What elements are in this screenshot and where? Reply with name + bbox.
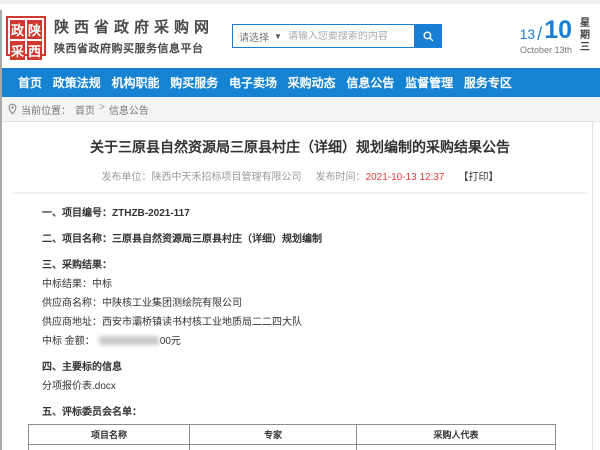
table-header: 项目名称: [29, 425, 190, 445]
weekday-vertical: 星 期 三: [580, 18, 590, 54]
site-logo: 政 陕 采 西: [6, 16, 46, 56]
site-subtitle: 陕西省政府购买服务信息平台: [54, 40, 214, 56]
line-value: 00元: [160, 336, 181, 347]
chevron-down-icon: ▼: [274, 32, 282, 41]
breadcrumb: 当前位置： 首页 > 信息公告: [0, 97, 600, 122]
table-header: 采购人代表: [357, 425, 556, 445]
logo-char: 政: [10, 20, 25, 39]
redacted-amount: [99, 336, 159, 345]
nav: 首页政策法规机构职能购买服务电子卖场采购动态信息公告监督管理服务专区: [0, 68, 600, 97]
article-line: 一、项目编号：ZTHZB-2021-117: [28, 208, 572, 220]
line-label: 二、项目名称：: [42, 234, 112, 245]
line-value: 中陕核工业集团测绘院有限公司: [102, 298, 242, 309]
site-name: 陕西省政府采购网: [54, 16, 214, 37]
table-cell: 三原县自然资源局三原县村庄（详细）规划编制: [29, 445, 190, 450]
meta-divider: [12, 192, 588, 194]
table-header: 专家: [190, 425, 357, 445]
nav-item-政策法规[interactable]: 政策法规: [53, 74, 101, 91]
breadcrumb-trail: 首页 > 信息公告: [75, 102, 149, 117]
site-title-block: 陕西省政府采购网 陕西省政府购买服务信息平台: [54, 16, 214, 56]
article-line: 五、评标委员会名单：: [28, 407, 572, 419]
date-numeric: 13 / 10: [520, 18, 572, 43]
article-line: 二、项目名称：三原县自然资源局三原县村庄（详细）规划编制: [28, 234, 572, 246]
line-value: 中标: [92, 279, 112, 290]
nav-item-监督管理[interactable]: 监督管理: [405, 74, 453, 91]
line-value: 西安市灞桥镇读书村核工业地质局二二四大队: [102, 317, 302, 328]
window-left-edge: [0, 10, 2, 450]
article-line: 三、采购结果：: [28, 260, 572, 272]
weekday-char: 期: [580, 30, 590, 42]
nav-item-电子卖场[interactable]: 电子卖场: [229, 74, 277, 91]
article-title: 关于三原县自然资源局三原县村庄（详细）规划编制的采购结果公告: [28, 137, 572, 157]
site-header: 政 陕 采 西 陕西省政府采购网 陕西省政府购买服务信息平台 请选择 ▼: [0, 4, 600, 68]
article-line: 分项报价表.docx: [28, 381, 572, 393]
logo-char: 西: [27, 41, 42, 60]
committee-table-body: 三原县自然资源局三原县村庄（详细）规划编制崔芳芳、杜晓丽、魏晓英、吴枫彩、余杨文…: [29, 445, 556, 450]
article-body: 一、项目编号：ZTHZB-2021-117 二、项目名称：三原县自然资源局三原县村…: [28, 208, 572, 419]
line-label: 供应商地址：: [42, 317, 102, 328]
table-row: 三原县自然资源局三原县村庄（详细）规划编制崔芳芳、杜晓丽、魏晓英、吴枫彩、余杨文…: [29, 445, 556, 450]
breadcrumb-item[interactable]: 信息公告: [109, 102, 149, 117]
publish-time-label: 发布时间：: [316, 172, 366, 183]
print-button[interactable]: 【打印】: [458, 172, 498, 183]
date-day: 13: [520, 27, 536, 43]
publisher-label: 发布单位：: [102, 172, 152, 183]
search-bar: 请选择 ▼: [232, 24, 442, 48]
search-button[interactable]: [414, 24, 442, 48]
nav-item-机构职能[interactable]: 机构职能: [111, 74, 159, 91]
line-label: 中标 金额：: [42, 336, 95, 347]
date-separator: /: [537, 25, 542, 43]
article-meta: 发布单位：陕西中天禾招标项目管理有限公司 发布时间：2021-10-13 12:3…: [28, 168, 572, 183]
committee-table: 项目名称专家采购人代表 三原县自然资源局三原县村庄（详细）规划编制崔芳芳、杜晓丽…: [28, 424, 556, 450]
nav-item-服务专区[interactable]: 服务专区: [464, 74, 512, 91]
article-line: 四、主要标的信息: [28, 362, 572, 374]
search-icon: [422, 30, 435, 43]
weekday-char: 星: [580, 18, 590, 30]
line-label: 供应商名称：: [42, 298, 102, 309]
publisher-value: 陕西中天禾招标项目管理有限公司: [152, 172, 302, 183]
line-value: ZTHZB-2021-117: [112, 208, 190, 219]
date-english: October 13th: [520, 45, 572, 55]
breadcrumb-separator: >: [99, 102, 105, 117]
page: 政 陕 采 西 陕西省政府采购网 陕西省政府购买服务信息平台 请选择 ▼: [0, 0, 600, 450]
line-value: 三原县自然资源局三原县村庄（详细）规划编制: [112, 234, 322, 245]
nav-item-购买服务[interactable]: 购买服务: [170, 74, 218, 91]
article-line: 供应商地址：西安市灞桥镇读书村核工业地质局二二四大队: [28, 317, 572, 329]
publish-time-value: 2021-10-13 12:37: [366, 172, 445, 183]
table-cell: 崔芳芳、杜晓丽、魏晓英、吴枫彩、余杨文: [190, 445, 357, 450]
nav-item-采购动态[interactable]: 采购动态: [288, 74, 336, 91]
breadcrumb-prefix: 当前位置：: [21, 102, 71, 117]
search-category-select[interactable]: 请选择 ▼: [233, 29, 288, 44]
search-input[interactable]: [288, 31, 414, 42]
weekday-char: 三: [580, 42, 590, 54]
date-month: 10: [544, 18, 572, 43]
search-category-label: 请选择: [239, 29, 269, 44]
line-label: 五、评标委员会名单：: [42, 407, 142, 418]
table-cell: 李磊、路井涛: [357, 445, 556, 450]
breadcrumb-item[interactable]: 首页: [75, 102, 95, 117]
date-block: 13 / 10 October 13th 星 期 三: [520, 18, 592, 55]
article-line: 中标结果：中标: [28, 279, 572, 291]
nav-item-首页[interactable]: 首页: [18, 74, 42, 91]
attachment-link[interactable]: 分项报价表.docx: [42, 381, 116, 392]
location-pin-icon: [8, 103, 17, 115]
line-label: 三、采购结果：: [42, 260, 112, 271]
line-label: 一、项目编号：: [42, 208, 112, 219]
nav-item-信息公告[interactable]: 信息公告: [346, 74, 394, 91]
window-right-edge: [592, 122, 593, 450]
article-line: 中标 金额： 00元: [28, 336, 572, 348]
logo-char: 陕: [27, 20, 42, 39]
article: 关于三原县自然资源局三原县村庄（详细）规划编制的采购结果公告 发布单位：陕西中天…: [0, 137, 600, 450]
logo-char: 采: [10, 41, 25, 60]
article-line: 供应商名称：中陕核工业集团测绘院有限公司: [28, 298, 572, 310]
committee-table-head-row: 项目名称专家采购人代表: [29, 425, 556, 445]
line-label: 中标结果：: [42, 279, 92, 290]
line-label: 四、主要标的信息: [42, 362, 122, 373]
